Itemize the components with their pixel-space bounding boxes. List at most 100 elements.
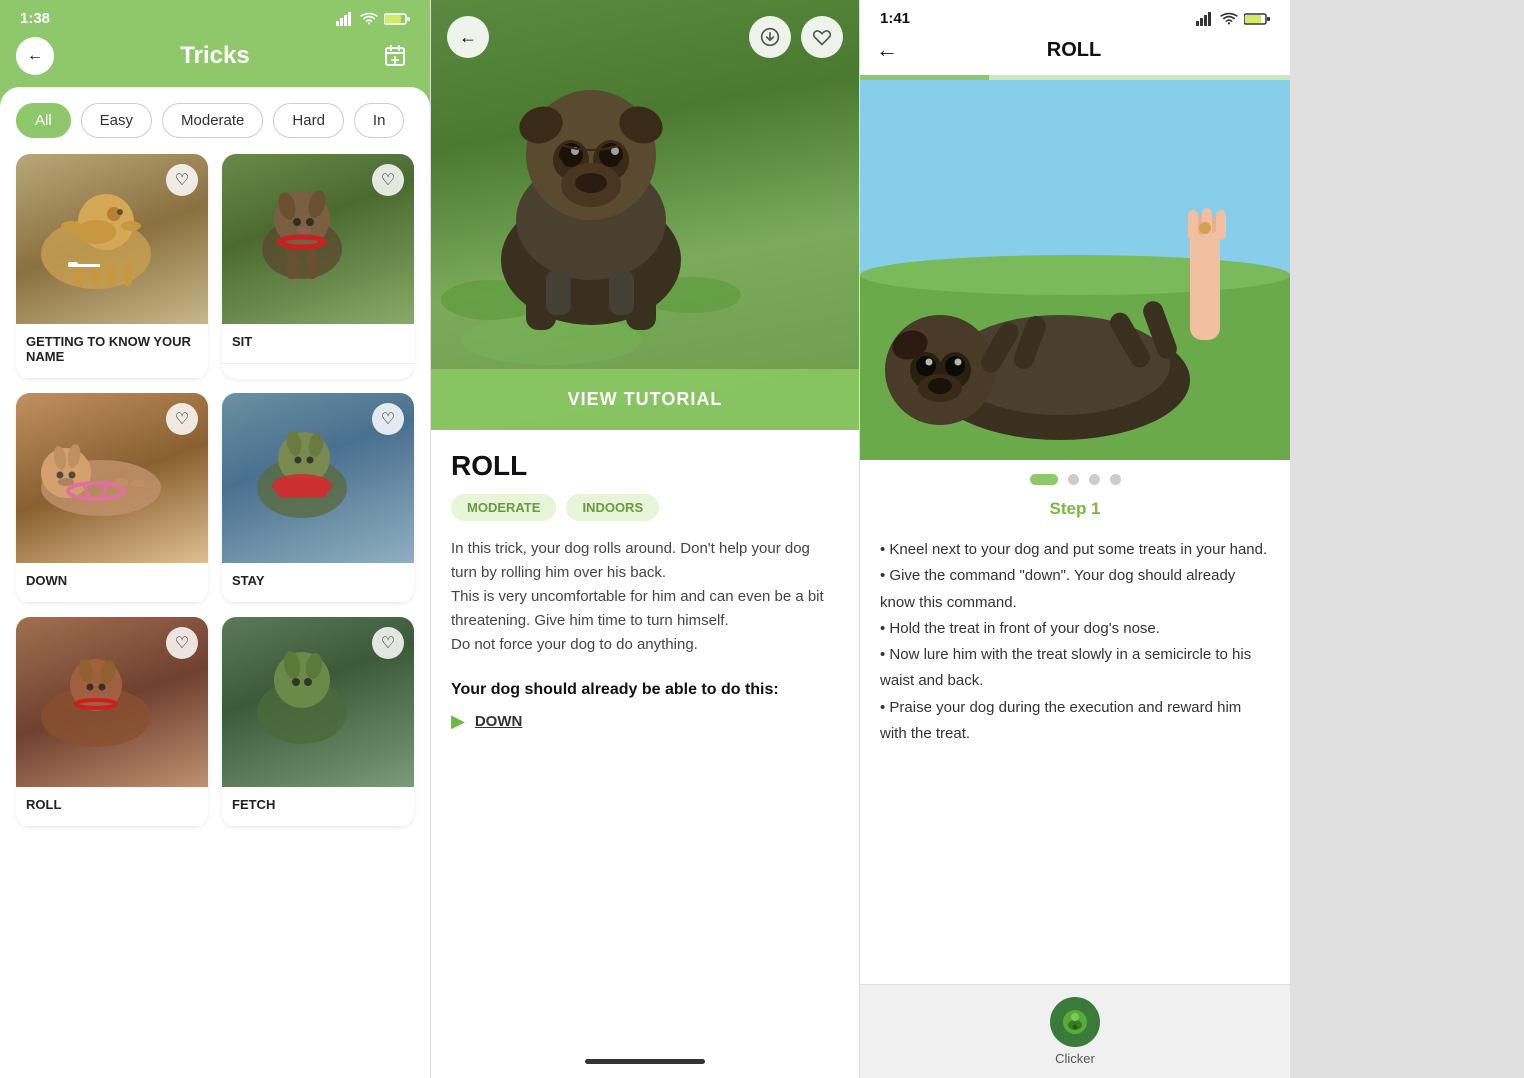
trick-card-stay[interactable]: ♡ STAY [222, 393, 414, 603]
dog-shepherd-svg [222, 154, 382, 294]
tricks-list-panel: 1:38 ← [0, 0, 430, 1078]
tutorial-image [860, 80, 1290, 460]
signal-icon [336, 12, 354, 26]
step-dot-1[interactable] [1030, 474, 1058, 485]
add-schedule-button[interactable] [376, 37, 414, 75]
trick-card-fetch[interactable]: ♡ FETCH [222, 617, 414, 827]
status-icons-1 [336, 12, 410, 26]
tricks-grid: ♡ GETTING TO KNOW YOUR NAME [16, 154, 414, 827]
clicker-label: Clicker [1055, 1051, 1095, 1066]
dog-collie-svg [16, 393, 176, 533]
dog-roll-svg [16, 617, 176, 757]
trick-image-sit: ♡ [222, 154, 414, 324]
filter-easy[interactable]: Easy [81, 103, 152, 138]
wifi-icon-3 [1220, 12, 1238, 26]
trick-card-roll[interactable]: ♡ ROLL [16, 617, 208, 827]
trick-image-fetch: ♡ [222, 617, 414, 787]
back-button-3[interactable]: ← [876, 37, 898, 63]
detail-bottom-bar [431, 1044, 859, 1078]
tutorial-panel: 1:41 [860, 0, 1290, 1078]
back-arrow-1: ← [27, 47, 43, 65]
filter-all[interactable]: All [16, 103, 71, 138]
clicker-icon-svg [1060, 1007, 1090, 1037]
action-buttons [749, 16, 843, 58]
hero-dog-svg [431, 0, 751, 380]
favorite-btn-sit[interactable]: ♡ [372, 164, 404, 196]
step-dot-2[interactable] [1068, 474, 1079, 485]
play-icon: ▶ [451, 711, 465, 732]
favorite-btn-down[interactable]: ♡ [166, 403, 198, 435]
filter-tabs: All Easy Moderate Hard In [16, 103, 414, 138]
step-text: • Kneel next to your dog and put some tr… [880, 537, 1270, 747]
trick-label-getting-to-know: GETTING TO KNOW YOUR NAME [16, 324, 208, 379]
tricks-content: All Easy Moderate Hard In [0, 87, 430, 1078]
trick-label-stay: STAY [222, 563, 414, 603]
step-dot-4[interactable] [1110, 474, 1121, 485]
detail-hero-image: ← VIEW TUTORIAL [431, 0, 859, 430]
download-button[interactable] [749, 16, 791, 58]
back-button-1[interactable]: ← [16, 37, 54, 75]
detail-trick-title: ROLL [451, 450, 839, 482]
filter-hard[interactable]: Hard [273, 103, 344, 138]
tutorial-dog-svg [860, 80, 1290, 460]
home-indicator [585, 1059, 705, 1064]
trick-detail-panel: ← VIEW TUTORIAL ROLL MODERATE INDOORS In [430, 0, 860, 1078]
nav-bar-3: ← ROLL [860, 33, 1290, 75]
trick-card-sit[interactable]: ♡ SIT [222, 154, 414, 379]
detail-description: In this trick, your dog rolls around. Do… [451, 537, 839, 657]
favorite-btn-stay[interactable]: ♡ [372, 403, 404, 435]
tag-row: MODERATE INDOORS [451, 494, 839, 521]
filter-moderate[interactable]: Moderate [162, 103, 263, 138]
prereq-item-down[interactable]: ▶ DOWN [451, 711, 839, 732]
favorite-button-detail[interactable] [801, 16, 843, 58]
tag-indoors: INDOORS [566, 494, 659, 521]
tutorial-title: ROLL [1047, 39, 1101, 62]
wifi-icon [360, 12, 378, 26]
tag-moderate: MODERATE [451, 494, 556, 521]
trick-label-fetch: FETCH [222, 787, 414, 827]
clicker-bar: Clicker [860, 984, 1290, 1078]
step-content: • Kneel next to your dog and put some tr… [860, 523, 1290, 984]
trick-label-sit: SIT [222, 324, 414, 364]
trick-label-down: DOWN [16, 563, 208, 603]
battery-icon-3 [1244, 12, 1270, 26]
nav-bar-1: ← Tricks [0, 33, 430, 87]
favorite-btn-fetch[interactable]: ♡ [372, 627, 404, 659]
page-title-1: Tricks [180, 42, 249, 70]
step-label: Step 1 [860, 491, 1290, 523]
heart-icon [812, 27, 832, 47]
calendar-add-icon [383, 44, 407, 68]
trick-image-down: ♡ [16, 393, 208, 563]
trick-image-roll: ♡ [16, 617, 208, 787]
battery-icon [384, 12, 410, 26]
trick-card-down[interactable]: ♡ DOWN [16, 393, 208, 603]
filter-indoor[interactable]: In [354, 103, 405, 138]
favorite-btn-getting-to-know[interactable]: ♡ [166, 164, 198, 196]
trick-image-getting-to-know: ♡ [16, 154, 208, 324]
status-bar-3: 1:41 [860, 0, 1290, 33]
dog-golden-svg [16, 154, 176, 294]
status-bar-1: 1:38 [0, 0, 430, 33]
view-tutorial-button[interactable]: VIEW TUTORIAL [431, 369, 859, 430]
time-3: 1:41 [880, 10, 910, 27]
detail-content: ROLL MODERATE INDOORS In this trick, you… [431, 430, 859, 1044]
favorite-btn-roll[interactable]: ♡ [166, 627, 198, 659]
prereq-link-down[interactable]: DOWN [475, 713, 523, 730]
prereq-title: Your dog should already be able to do th… [451, 681, 839, 699]
status-icons-3 [1196, 12, 1270, 26]
signal-icon-3 [1196, 12, 1214, 26]
clicker-button[interactable] [1050, 997, 1100, 1047]
step-dot-3[interactable] [1089, 474, 1100, 485]
time-1: 1:38 [20, 10, 50, 27]
dog-stay-svg [222, 393, 382, 533]
step-indicators [860, 460, 1290, 491]
dog-fetch-svg [222, 617, 382, 757]
step-indicators-container: Step 1 [860, 460, 1290, 523]
download-icon [760, 27, 780, 47]
tutorial-header: 1:41 [860, 0, 1290, 80]
remaining-space [1290, 0, 1524, 1078]
trick-card-getting-to-know[interactable]: ♡ GETTING TO KNOW YOUR NAME [16, 154, 208, 379]
trick-image-stay: ♡ [222, 393, 414, 563]
back-button-detail[interactable]: ← [447, 16, 489, 58]
trick-label-roll: ROLL [16, 787, 208, 827]
